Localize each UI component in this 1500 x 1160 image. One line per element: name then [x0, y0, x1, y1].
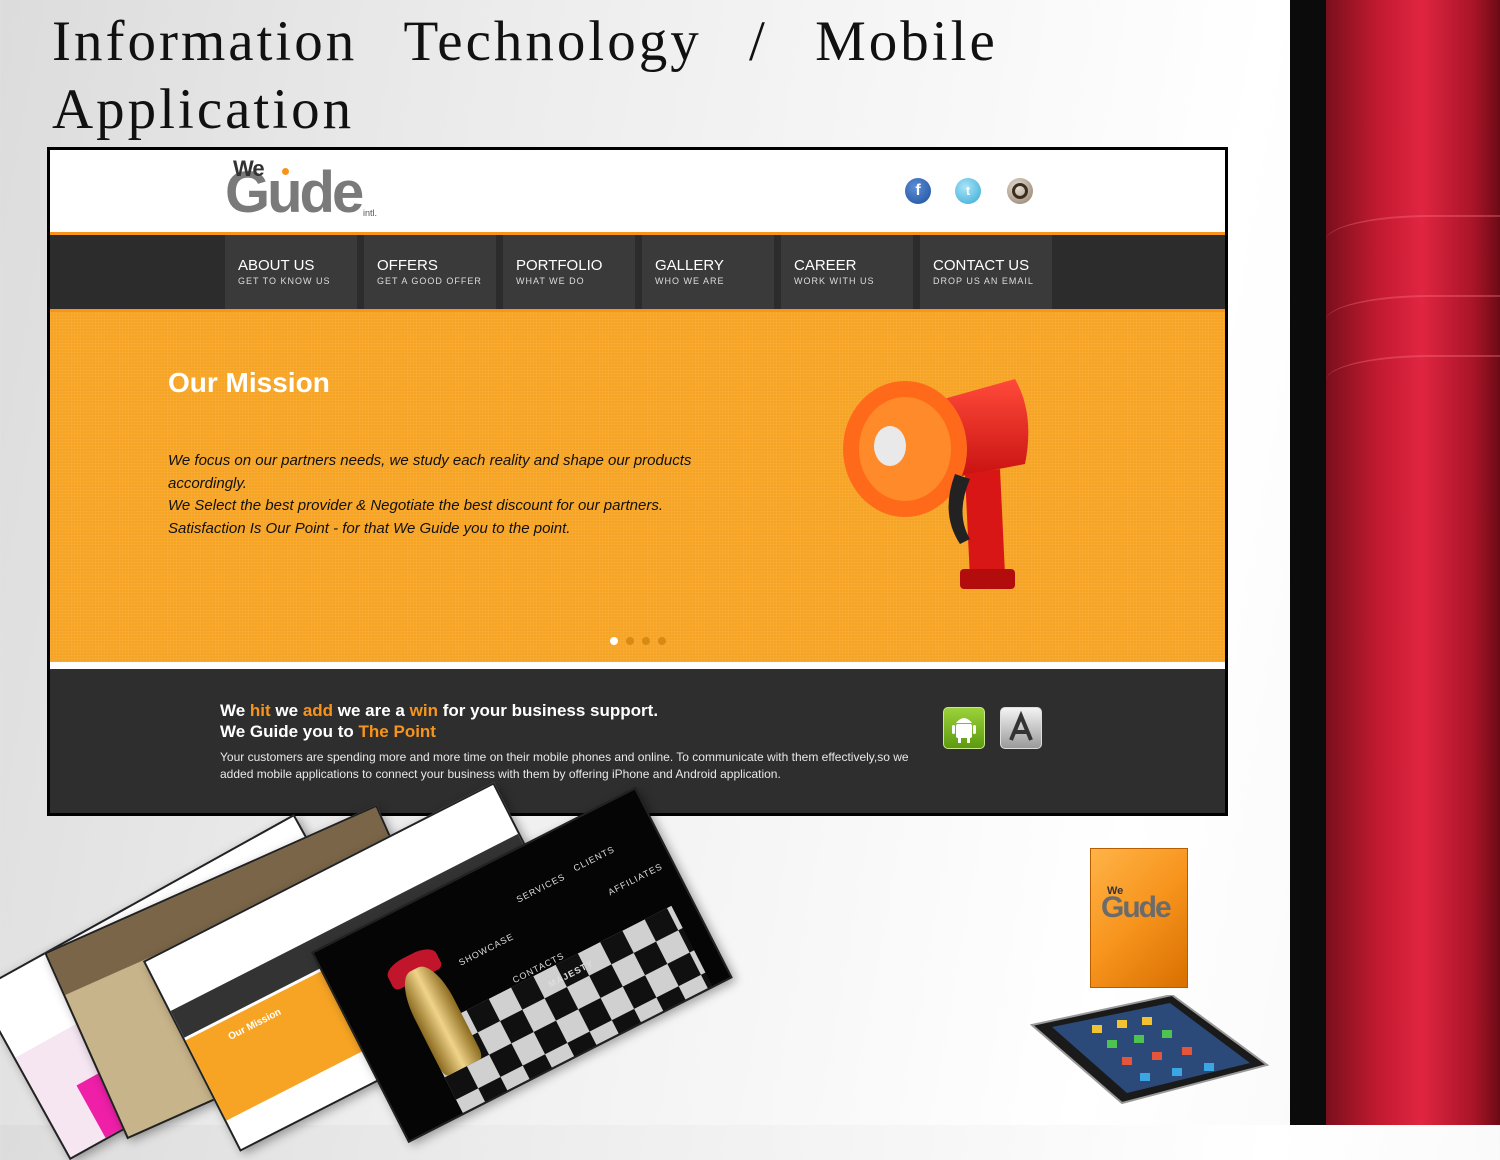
- website-collage: Our Mission SHOWCASE SERVICES CLIENTS CO…: [0, 780, 760, 1160]
- slide-title: Information Technology / Mobile Applicat…: [52, 10, 998, 141]
- app-store-icon[interactable]: [1000, 707, 1042, 749]
- hero-line: Satisfaction Is Our Point - for that We …: [168, 519, 571, 537]
- main-nav: ABOUT US GET TO KNOW US OFFERS GET A GOO…: [50, 232, 1225, 312]
- footer-subheadline: We Guide you to The Point: [220, 722, 436, 741]
- carousel-dot[interactable]: [610, 637, 618, 645]
- we-guide-logo[interactable]: Gude We intl.: [225, 156, 395, 224]
- hero-title: Our Mission: [168, 367, 330, 398]
- carousel-dot[interactable]: [642, 637, 650, 645]
- nav-about-us[interactable]: ABOUT US GET TO KNOW US: [225, 235, 357, 309]
- hero-text: We focus on our partners needs, we study…: [168, 450, 708, 540]
- megaphone-icon: [843, 379, 1029, 589]
- carousel-dot[interactable]: [626, 637, 634, 645]
- smartphone-image: [1029, 995, 1270, 1105]
- curtain-decoration: [1290, 0, 1500, 1125]
- footer-paragraph: Your customers are spending more and mor…: [220, 750, 909, 781]
- site-header: Gude We intl. f t: [50, 150, 1225, 230]
- twitter-icon[interactable]: t: [955, 178, 981, 204]
- hero-line: We Select the best provider & Negotiate …: [168, 497, 663, 514]
- footer-headline: We hit we add we are a win for your busi…: [220, 701, 659, 720]
- carousel-dot[interactable]: [658, 637, 666, 645]
- nav-gallery[interactable]: GALLERY WHO WE ARE: [642, 235, 774, 309]
- hero-line: We focus on our partners needs, we study…: [168, 452, 692, 492]
- we-guide-book: Gude We: [1090, 848, 1188, 988]
- nav-offers[interactable]: OFFERS GET A GOOD OFFER: [364, 235, 496, 309]
- android-icon[interactable]: [943, 707, 985, 749]
- instagram-icon[interactable]: [1007, 178, 1033, 204]
- website-screenshot: Gude We intl. f t ABOUT US GET TO KNOW U…: [47, 147, 1228, 816]
- nav-portfolio[interactable]: PORTFOLIO WHAT WE DO: [503, 235, 635, 309]
- nav-contact-us[interactable]: CONTACT US DROP US AN EMAIL: [920, 235, 1052, 309]
- facebook-icon[interactable]: f: [905, 178, 931, 204]
- carousel-dots[interactable]: [610, 632, 674, 650]
- hero-banner: Our Mission We focus on our partners nee…: [50, 312, 1225, 662]
- nav-career[interactable]: CAREER WORK WITH US: [781, 235, 913, 309]
